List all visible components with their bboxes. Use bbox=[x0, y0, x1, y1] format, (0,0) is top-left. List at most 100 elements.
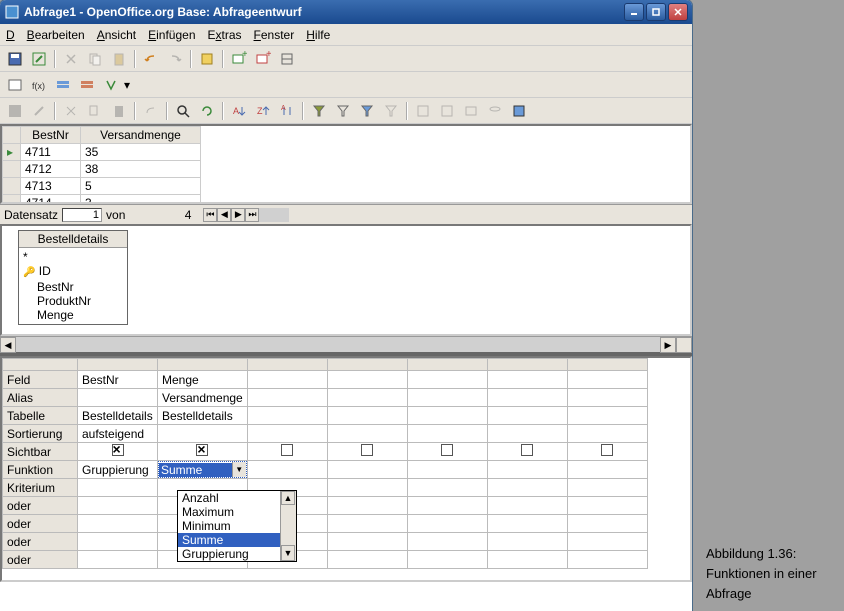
minimize-button[interactable] bbox=[624, 3, 644, 21]
cell-alias-0[interactable] bbox=[78, 389, 158, 407]
menu-extras[interactable]: Extras bbox=[208, 28, 242, 42]
dropdown-scrollbar[interactable]: ▲ ▼ bbox=[280, 491, 296, 561]
refresh-icon[interactable] bbox=[196, 100, 218, 122]
dropdown-item-summe[interactable]: Summe bbox=[178, 533, 296, 547]
sort-icon[interactable]: A bbox=[276, 100, 298, 122]
cell[interactable]: 4713 bbox=[21, 178, 81, 195]
menu-bearbeiten[interactable]: Bearbeiten bbox=[27, 28, 85, 42]
dropdown-item-minimum[interactable]: Minimum bbox=[178, 519, 296, 533]
col-header[interactable] bbox=[158, 359, 248, 371]
menu-hilfe[interactable]: Hilfe bbox=[306, 28, 330, 42]
sql-view-icon[interactable] bbox=[4, 74, 26, 96]
cell[interactable]: 35 bbox=[81, 144, 201, 161]
standard-filter-icon[interactable] bbox=[356, 100, 378, 122]
cut-icon[interactable] bbox=[60, 48, 82, 70]
cell-sort-1[interactable] bbox=[158, 425, 248, 443]
function-icon[interactable]: f(x) bbox=[28, 74, 50, 96]
cell-funktion-0[interactable]: Gruppierung bbox=[78, 461, 158, 479]
cell-tabelle-0[interactable]: Bestelldetails bbox=[78, 407, 158, 425]
cell-visible-1[interactable] bbox=[158, 443, 248, 461]
table-name-icon[interactable] bbox=[52, 74, 74, 96]
add-table-icon[interactable]: + bbox=[228, 48, 250, 70]
col-header-bestnr[interactable]: BestNr bbox=[21, 127, 81, 144]
alias-icon[interactable] bbox=[76, 74, 98, 96]
autofilter-icon[interactable] bbox=[308, 100, 330, 122]
scroll-down-button[interactable]: ▼ bbox=[281, 545, 295, 561]
cell-alias-1[interactable]: Versandmenge bbox=[158, 389, 248, 407]
menu-einfuegen[interactable]: Einfügen bbox=[148, 28, 195, 42]
nav-last-button[interactable]: ⏭ bbox=[245, 208, 259, 222]
scroll-right-button[interactable]: ▶ bbox=[660, 337, 676, 353]
menu-fenster[interactable]: Fenster bbox=[254, 28, 295, 42]
table-row[interactable]: 4714 3 bbox=[3, 195, 201, 205]
save-icon[interactable] bbox=[4, 48, 26, 70]
scroll-left-button[interactable]: ◀ bbox=[0, 337, 16, 353]
apply-filter-icon[interactable] bbox=[332, 100, 354, 122]
funktion-combobox[interactable]: Summe ▼ bbox=[158, 461, 247, 478]
design-view-icon[interactable] bbox=[276, 48, 298, 70]
col-header[interactable] bbox=[78, 359, 158, 371]
cell[interactable]: 4714 bbox=[21, 195, 81, 205]
col-header[interactable] bbox=[247, 359, 327, 371]
checkbox-icon[interactable] bbox=[601, 444, 613, 456]
cell[interactable]: 4711 bbox=[21, 144, 81, 161]
checkbox-icon[interactable] bbox=[361, 444, 373, 456]
nav-next-button[interactable]: ▶ bbox=[231, 208, 245, 222]
explorer-icon[interactable] bbox=[508, 100, 530, 122]
table-row[interactable]: ▸ 4711 35 bbox=[3, 144, 201, 161]
nav-first-button[interactable]: ⏮ bbox=[203, 208, 217, 222]
save-record-icon[interactable] bbox=[4, 100, 26, 122]
checkbox-icon[interactable] bbox=[112, 444, 124, 456]
scroll-up-button[interactable]: ▲ bbox=[281, 491, 295, 505]
menu-datei[interactable]: D bbox=[6, 28, 15, 42]
menu-ansicht[interactable]: Ansicht bbox=[97, 28, 136, 42]
close-button[interactable] bbox=[668, 3, 688, 21]
col-header-versandmenge[interactable]: Versandmenge bbox=[81, 127, 201, 144]
field-produktnr[interactable]: ProduktNr bbox=[23, 294, 123, 308]
cut-icon[interactable] bbox=[60, 100, 82, 122]
cell-visible-0[interactable] bbox=[78, 443, 158, 461]
distinct-icon[interactable] bbox=[100, 74, 122, 96]
table-row[interactable]: 4712 38 bbox=[3, 161, 201, 178]
sort-desc-icon[interactable]: Z bbox=[252, 100, 274, 122]
col-header[interactable] bbox=[487, 359, 567, 371]
cell[interactable]: 5 bbox=[81, 178, 201, 195]
cell[interactable]: 3 bbox=[81, 195, 201, 205]
paste-icon[interactable] bbox=[108, 48, 130, 70]
paste-icon[interactable] bbox=[108, 100, 130, 122]
checkbox-icon[interactable] bbox=[521, 444, 533, 456]
table-row[interactable]: 4713 5 bbox=[3, 178, 201, 195]
dropdown-item-maximum[interactable]: Maximum bbox=[178, 505, 296, 519]
data-source-icon[interactable] bbox=[484, 100, 506, 122]
col-header[interactable] bbox=[407, 359, 487, 371]
col-header[interactable] bbox=[567, 359, 647, 371]
sort-asc-icon[interactable]: A bbox=[228, 100, 250, 122]
col-header[interactable] bbox=[327, 359, 407, 371]
copy-icon[interactable] bbox=[84, 48, 106, 70]
checkbox-icon[interactable] bbox=[196, 444, 208, 456]
field-menge[interactable]: Menge bbox=[23, 308, 123, 322]
funktion-dropdown-list[interactable]: Anzahl Maximum Minimum Summe Gruppierung… bbox=[177, 490, 297, 562]
scroll-track[interactable] bbox=[16, 337, 660, 352]
checkbox-icon[interactable] bbox=[281, 444, 293, 456]
field-id[interactable]: 🔑 ID bbox=[23, 264, 123, 280]
mail-merge-icon[interactable] bbox=[460, 100, 482, 122]
checkbox-icon[interactable] bbox=[441, 444, 453, 456]
combo-dropdown-button[interactable]: ▼ bbox=[232, 462, 246, 477]
redo-icon[interactable] bbox=[164, 48, 186, 70]
record-current-input[interactable] bbox=[62, 208, 102, 222]
undo-icon[interactable] bbox=[140, 48, 162, 70]
maximize-button[interactable] bbox=[646, 3, 666, 21]
remove-filter-icon[interactable] bbox=[380, 100, 402, 122]
cell[interactable]: 4712 bbox=[21, 161, 81, 178]
nav-prev-button[interactable]: ◀ bbox=[217, 208, 231, 222]
cell[interactable]: 38 bbox=[81, 161, 201, 178]
dropdown-item-gruppierung[interactable]: Gruppierung bbox=[178, 547, 296, 561]
data-to-fields-icon[interactable] bbox=[436, 100, 458, 122]
field-bestnr[interactable]: BestNr bbox=[23, 280, 123, 294]
undo-icon[interactable] bbox=[140, 100, 162, 122]
run-query-icon[interactable] bbox=[196, 48, 218, 70]
copy-icon[interactable] bbox=[84, 100, 106, 122]
cell-feld-1[interactable]: Menge bbox=[158, 371, 248, 389]
edit-icon[interactable] bbox=[28, 48, 50, 70]
